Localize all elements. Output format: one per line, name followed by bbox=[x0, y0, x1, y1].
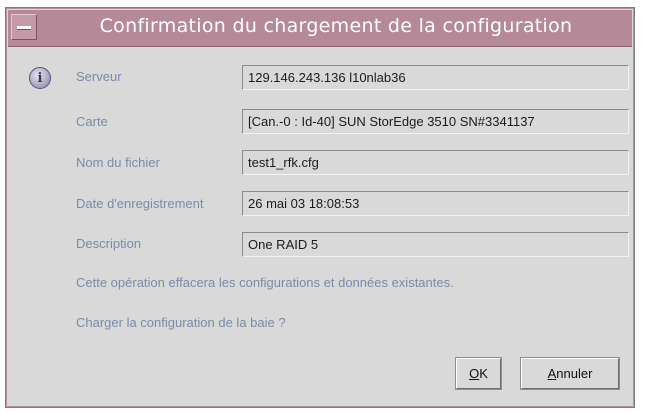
label-serveur: Serveur bbox=[76, 69, 122, 84]
carte-field: [Can.-0 : Id-40] SUN StorEdge 3510 SN#33… bbox=[242, 109, 629, 134]
cancel-button[interactable]: Annuler bbox=[521, 358, 619, 389]
serveur-field: 129.146.243.136 l10nlab36 bbox=[242, 65, 629, 90]
window-menu-icon[interactable] bbox=[11, 14, 37, 40]
question-message: Charger la configuration de la baie ? bbox=[76, 315, 286, 330]
info-icon: i bbox=[29, 67, 51, 89]
label-description: Description bbox=[76, 236, 142, 251]
title-bar[interactable]: Confirmation du chargement de la configu… bbox=[8, 10, 632, 47]
ok-button[interactable]: OK bbox=[456, 358, 501, 389]
label-nom-fichier: Nom du fichier bbox=[76, 155, 160, 170]
ok-mnemonic: O bbox=[469, 366, 480, 381]
label-carte: Carte bbox=[76, 114, 108, 129]
date-enregistrement-field: 26 mai 03 18:08:53 bbox=[242, 191, 629, 216]
cancel-label-rest: nnuler bbox=[556, 366, 593, 381]
description-field: One RAID 5 bbox=[242, 232, 629, 257]
cancel-mnemonic: A bbox=[547, 366, 557, 381]
ok-label-rest: K bbox=[479, 366, 488, 381]
warning-message: Cette opération effacera les configurati… bbox=[76, 275, 454, 290]
nom-fichier-field: test1_rfk.cfg bbox=[242, 150, 629, 175]
label-date-enregistrement: Date d'enregistrement bbox=[76, 196, 204, 211]
dialog-title: Confirmation du chargement de la configu… bbox=[99, 15, 573, 37]
confirmation-dialog: Confirmation du chargement de la configu… bbox=[5, 7, 635, 408]
